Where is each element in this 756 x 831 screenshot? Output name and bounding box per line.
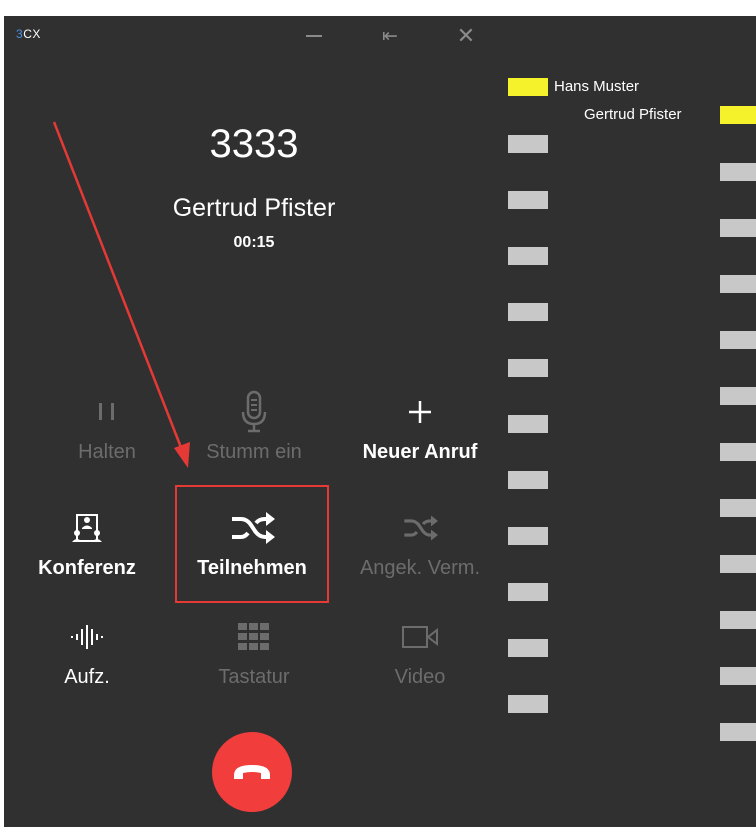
annotation-arrow — [52, 121, 190, 468]
softphone-window: 3CX ⇤ ✕ 3333 Gertrud Pfister 00:15 Halte… — [4, 16, 756, 827]
